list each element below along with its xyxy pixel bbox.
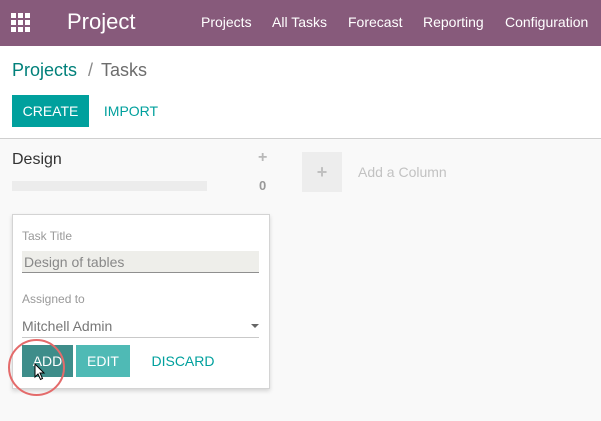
menu-configuration[interactable]: Configuration — [505, 14, 588, 30]
menu-forecast[interactable]: Forecast — [348, 14, 402, 30]
control-panel: Projects / Tasks CREATE IMPORT — [0, 46, 601, 139]
breadcrumb-projects-link[interactable]: Projects — [12, 60, 77, 81]
create-button[interactable]: CREATE — [12, 95, 89, 127]
column-count: 0 — [259, 178, 267, 193]
breadcrumb-separator: / — [88, 60, 94, 80]
app-title[interactable]: Project — [67, 9, 135, 35]
quick-create-card: Task Title Assigned to Mitchell Admin AD… — [12, 214, 270, 389]
breadcrumb-current: Tasks — [101, 60, 148, 80]
apps-grid-icon[interactable] — [11, 13, 31, 33]
menu-reporting[interactable]: Reporting — [423, 14, 484, 30]
assigned-to-value: Mitchell Admin — [22, 318, 113, 334]
menu-all-tasks[interactable]: All Tasks — [272, 14, 327, 30]
plus-icon: + — [316, 162, 328, 182]
task-title-input[interactable] — [22, 251, 259, 273]
caret-down-icon — [251, 324, 259, 328]
edit-button[interactable]: EDIT — [76, 345, 130, 377]
add-button[interactable]: ADD — [22, 345, 73, 377]
assigned-to-label: Assigned to — [22, 292, 85, 306]
import-button[interactable]: IMPORT — [96, 95, 166, 127]
top-navbar: Project Projects All Tasks Forecast Repo… — [0, 0, 601, 46]
add-column-label[interactable]: Add a Column — [358, 164, 447, 180]
plus-icon[interactable]: + — [258, 149, 267, 167]
assigned-to-select[interactable]: Mitchell Admin — [22, 315, 259, 338]
column-title[interactable]: Design — [12, 151, 62, 169]
discard-button[interactable]: DISCARD — [141, 345, 225, 377]
task-title-label: Task Title — [22, 229, 73, 243]
column-progress-bar — [12, 181, 207, 191]
add-column-button[interactable]: + — [302, 152, 342, 192]
menu-projects[interactable]: Projects — [201, 14, 252, 30]
